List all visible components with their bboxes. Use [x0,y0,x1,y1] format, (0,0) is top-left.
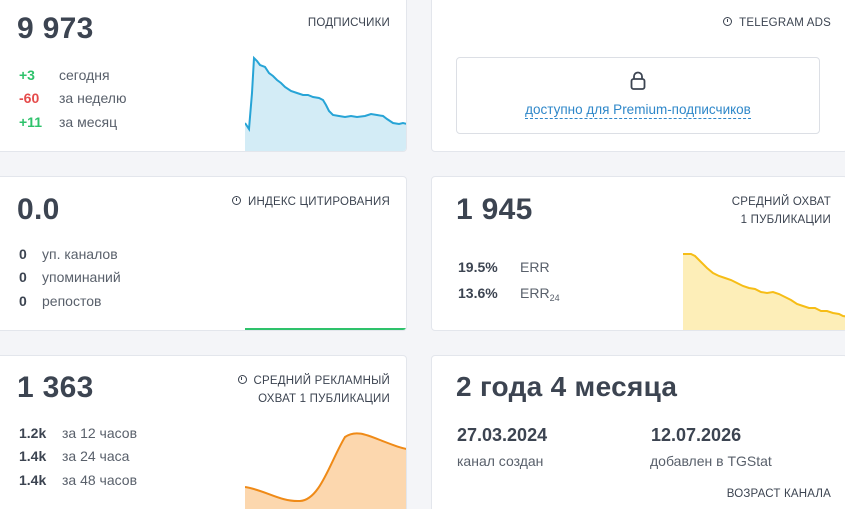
err-value: 19.5% [458,259,498,275]
citation-reposts-value: 0 [19,293,27,309]
ad-reach-12h-row: 1.2k за 12 часов [19,425,137,441]
ad-reach-12h-label: за 12 часов [62,425,138,441]
ad-reach-title-line2: ОХВАТ 1 ПУБЛИКАЦИИ [258,393,390,405]
citation-index-value: 0.0 [17,193,60,226]
ad-reach-12h-value: 1.2k [19,425,47,441]
channel-age-title: ВОЗРАСТ КАНАЛА [726,488,831,500]
ad-reach-24h-value: 1.4k [19,448,47,464]
citation-channels-row: 0 уп. каналов [19,246,118,262]
subscribers-card: 9 973 ПОДПИСЧИКИ +3 сегодня -60 за недел… [0,0,407,152]
citation-mentions-value: 0 [19,269,27,285]
average-reach-value: 1 945 [456,193,533,226]
help-icon[interactable] [723,17,733,26]
ad-reach-card: 1 363 СРЕДНИЙ РЕКЛАМНЫЙ ОХВАТ 1 ПУБЛИКАЦ… [0,355,407,509]
subscribers-week-row: -60 за неделю [19,90,126,106]
average-reach-title[interactable]: СРЕДНИЙ ОХВАТ 1 ПУБЛИКАЦИИ [732,193,831,229]
subscribers-month-value: +11 [19,114,42,130]
subscribers-week-label: за неделю [59,90,127,106]
citation-title-text: ИНДЕКС ЦИТИРОВАНИЯ [248,196,390,208]
citation-mentions-row: 0 упоминаний [19,269,121,285]
ad-reach-title[interactable]: СРЕДНИЙ РЕКЛАМНЫЙ ОХВАТ 1 ПУБЛИКАЦИИ [237,372,390,408]
citation-reposts-row: 0 репостов [19,293,101,309]
subscribers-week-value: -60 [19,90,40,106]
subscribers-sparkline[interactable] [245,53,407,152]
average-reach-title-line2: 1 ПУБЛИКАЦИИ [740,214,831,226]
channel-age-card: 2 года 4 месяца 27.03.2024 канал создан … [431,355,845,509]
err24-row: 13.6% ERR24 [458,285,560,303]
telegram-ads-title[interactable]: TELEGRAM ADS [723,14,831,32]
subscribers-month-row: +11 за месяц [19,114,117,130]
help-icon[interactable] [232,196,242,205]
citation-sparkline[interactable] [245,327,407,331]
subscribers-today-value: +3 [19,67,35,83]
citation-channels-value: 0 [19,246,27,262]
citation-card: 0.0 ИНДЕКС ЦИТИРОВАНИЯ 0 уп. каналов 0 у… [0,176,407,331]
err24-label: ERR24 [520,285,560,303]
subscribers-month-label: за месяц [59,114,118,130]
premium-lock-box: доступно для Premium-подписчиков [456,57,820,134]
subscribers-today-row: +3 сегодня [19,67,110,83]
subscribers-title[interactable]: ПОДПИСЧИКИ [308,14,390,32]
ad-reach-sparkline[interactable] [245,432,407,509]
lock-icon [630,71,646,90]
telegram-ads-title-text: TELEGRAM ADS [739,17,831,29]
citation-reposts-label: репостов [42,293,102,309]
ad-reach-24h-row: 1.4k за 24 часа [19,448,129,464]
err-row: 19.5% ERR [458,259,550,275]
premium-link[interactable]: доступно для Premium-подписчиков [457,102,819,119]
average-reach-title-line1: СРЕДНИЙ ОХВАТ [731,196,831,208]
ad-reach-value: 1 363 [17,371,94,404]
average-reach-sparkline[interactable] [683,251,845,331]
subscribers-count: 9 973 [17,12,94,45]
ad-reach-48h-row: 1.4k за 48 часов [19,472,137,488]
err-label: ERR [520,259,550,275]
added-label: добавлен в TGStat [650,453,772,469]
ad-reach-title-line1: СРЕДНИЙ РЕКЛАМНЫЙ [253,375,390,387]
citation-channels-label: уп. каналов [42,246,118,262]
added-date: 12.07.2026 [651,425,742,445]
telegram-ads-card: TELEGRAM ADS доступно для Premium-подпис… [431,0,845,152]
citation-title[interactable]: ИНДЕКС ЦИТИРОВАНИЯ [232,193,390,211]
err24-value: 13.6% [458,285,498,301]
average-reach-card: 1 945 СРЕДНИЙ ОХВАТ 1 ПУБЛИКАЦИИ 19.5% E… [431,176,845,331]
channel-age-value: 2 года 4 месяца [456,371,678,402]
subscribers-today-label: сегодня [59,67,110,83]
created-label: канал создан [457,453,544,469]
ad-reach-48h-value: 1.4k [19,472,47,488]
ad-reach-48h-label: за 48 часов [62,472,138,488]
citation-mentions-label: упоминаний [42,269,121,285]
help-icon[interactable] [237,375,247,384]
created-date: 27.03.2024 [457,425,548,445]
ad-reach-24h-label: за 24 часа [62,448,130,464]
